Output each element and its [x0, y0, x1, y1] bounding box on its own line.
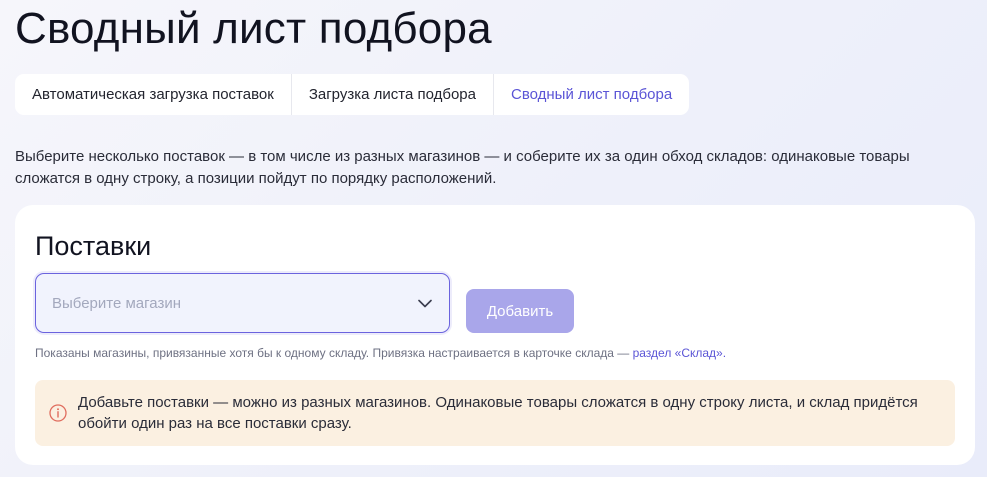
warehouse-section-link[interactable]: раздел «Склад».: [633, 346, 726, 360]
page-title: Сводный лист подбора: [15, 4, 492, 53]
tab-auto-upload[interactable]: Автоматическая загрузка поставок: [15, 74, 292, 115]
chevron-down-icon: [417, 295, 433, 311]
add-button[interactable]: Добавить: [466, 289, 574, 333]
info-icon: [49, 404, 67, 422]
store-select[interactable]: Выберите магазин: [35, 273, 450, 333]
shipments-card: Поставки Выберите магазин Добавить Показ…: [15, 205, 975, 465]
store-hint: Показаны магазины, привязанные хотя бы к…: [35, 346, 726, 360]
tab-summary-picklist[interactable]: Сводный лист подбора: [494, 74, 689, 115]
store-hint-text: Показаны магазины, привязанные хотя бы к…: [35, 346, 633, 360]
shipments-title: Поставки: [35, 231, 152, 261]
tab-bar: Автоматическая загрузка поставок Загрузк…: [15, 74, 690, 115]
store-select-placeholder: Выберите магазин: [52, 294, 181, 312]
info-alert: Добавьте поставки — можно из разных мага…: [35, 380, 955, 446]
alert-text: Добавьте поставки — можно из разных мага…: [78, 394, 918, 432]
intro-text: Выберите несколько поставок — в том числ…: [15, 148, 910, 187]
page: Сводный лист подбора Автоматическая загр…: [0, 0, 987, 477]
tab-upload-picklist[interactable]: Загрузка листа подбора: [292, 74, 494, 115]
